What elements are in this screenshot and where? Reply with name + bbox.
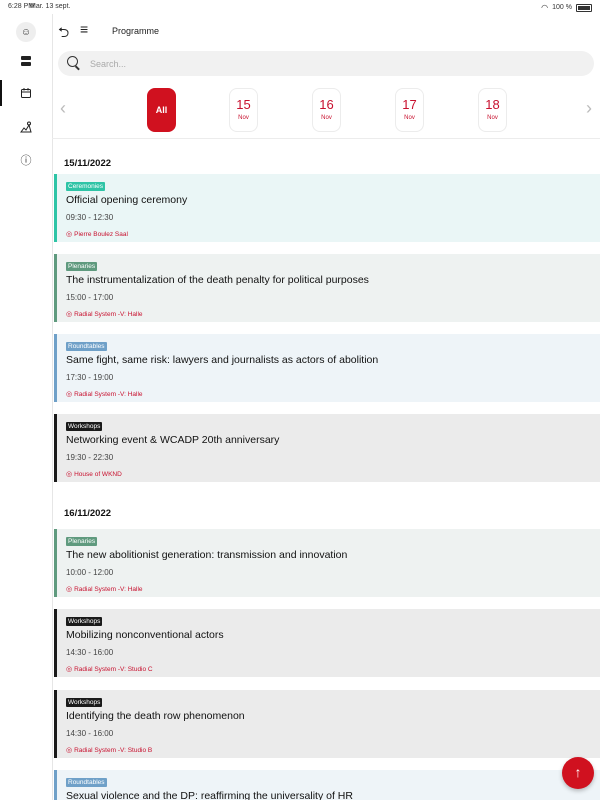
event-title: The new abolitionist generation: transmi… [66,549,348,561]
event-location: Radial System -V: Studio B [74,747,153,754]
event-title: Sexual violence and the DP: reaffirming … [66,790,353,800]
event-title: Official opening ceremony [66,194,188,206]
search-bar[interactable] [58,51,594,76]
event-time: 15:00 - 17:00 [66,293,114,302]
date-chip-15[interactable]: 15 Nov [229,88,258,132]
programme-list: 15/11/2022 Ceremonies Official opening c… [54,140,600,800]
event-tag: Workshops [66,617,103,626]
event-title: Networking event & WCADP 20th anniversar… [66,434,280,446]
date-chip-day: 16 [319,97,334,112]
event-location: Radial System -V: Halle [74,586,143,593]
date-chip-day: 15 [236,97,251,112]
back-icon[interactable]: ⮌ [58,22,69,46]
search-icon [67,56,78,67]
arrow-up-icon: ↑ [574,764,582,780]
date-chip-month: Nov [487,115,498,121]
event-tag: Roundtables [66,778,107,787]
location-pin-icon: ◎ [66,747,73,754]
side-rail: ☺ ⓘ [0,14,53,800]
event-card[interactable]: Ceremonies Official opening ceremony 09:… [54,174,600,242]
date-chip-day: 17 [402,97,417,112]
event-location: Pierre Boulez Saal [74,231,128,238]
event-location: Radial System -V: Halle [74,311,143,318]
event-card[interactable]: Roundtables Sexual violence and the DP: … [54,770,600,800]
chevron-right-icon[interactable]: › [586,98,592,119]
scroll-to-top-button[interactable]: ↑ [562,757,594,789]
date-chip-month: Nov [321,115,332,121]
status-bar: 6:28 PM Mar. 13 sept. ◠ 100 % [0,0,600,14]
event-card[interactable]: Plenaries The new abolitionist generatio… [54,529,600,597]
page-title: Programme [112,26,160,36]
event-tag: Workshops [66,422,103,431]
date-chip-17[interactable]: 17 Nov [395,88,424,132]
event-time: 19:30 - 22:30 [66,453,114,462]
event-card[interactable]: Workshops Mobilizing nonconventional act… [54,609,600,677]
location-pin-icon: ◎ [66,231,73,238]
date-chip-month: Nov [404,115,415,121]
location-pin-icon: ◎ [66,391,73,398]
event-card[interactable]: Roundtables Same fight, same risk: lawye… [54,334,600,402]
date-chip-day: 18 [485,97,500,112]
event-tag: Roundtables [66,342,107,351]
event-location: Radial System -V: Studio C [74,666,153,673]
chevron-left-icon[interactable]: ‹ [60,98,66,119]
event-title: The instrumentalization of the death pen… [66,274,369,286]
active-indicator [0,80,2,106]
event-tag: Plenaries [66,262,98,271]
location-pin-icon: ◎ [66,666,73,673]
event-tag: Workshops [66,698,103,707]
status-date: Mar. 13 sept. [30,3,71,10]
event-location: House of WKND [74,471,122,478]
day-heading: 16/11/2022 [64,508,112,519]
location-pin-icon: ◎ [66,471,73,478]
battery-percent: 100 % [552,4,572,11]
date-chip-16[interactable]: 16 Nov [312,88,341,132]
location-pin-icon: ◎ [66,586,73,593]
date-chip-18[interactable]: 18 Nov [478,88,507,132]
search-input[interactable] [88,55,572,73]
date-chip-month: Nov [238,115,249,121]
info-icon[interactable]: ⓘ [16,150,36,170]
event-tag: Plenaries [66,537,98,546]
event-card[interactable]: Workshops Identifying the death row phen… [54,690,600,758]
date-chip-label: All [155,105,168,115]
event-time: 14:30 - 16:00 [66,648,114,657]
event-title: Identifying the death row phenomenon [66,710,245,722]
profile-avatar-icon[interactable]: ☺ [16,22,36,42]
calendar-icon[interactable] [16,83,36,103]
hamburger-menu-icon[interactable]: ≡ [80,21,88,37]
day-heading: 15/11/2022 [64,158,112,169]
event-tag: Ceremonies [66,182,106,191]
event-card[interactable]: Workshops Networking event & WCADP 20th … [54,414,600,482]
wifi-icon: ◠ [541,3,549,12]
event-location: Radial System -V: Halle [74,391,143,398]
top-bar: ⮌ ≡ Programme [52,14,600,48]
date-chip-all[interactable]: All [147,88,176,132]
location-pin-icon: ◎ [66,311,73,318]
date-filter-strip: ‹ All 15 Nov 16 Nov 17 Nov 18 Nov › [52,82,600,139]
map-icon[interactable] [16,117,36,137]
event-time: 14:30 - 16:00 [66,729,114,738]
event-time: 10:00 - 12:00 [66,568,114,577]
battery-icon [576,3,592,12]
event-time: 17:30 - 19:00 [66,373,114,382]
list-icon[interactable] [16,51,36,71]
event-title: Mobilizing nonconventional actors [66,629,224,641]
event-title: Same fight, same risk: lawyers and journ… [66,354,379,366]
event-time: 09:30 - 12:30 [66,213,114,222]
event-card[interactable]: Plenaries The instrumentalization of the… [54,254,600,322]
